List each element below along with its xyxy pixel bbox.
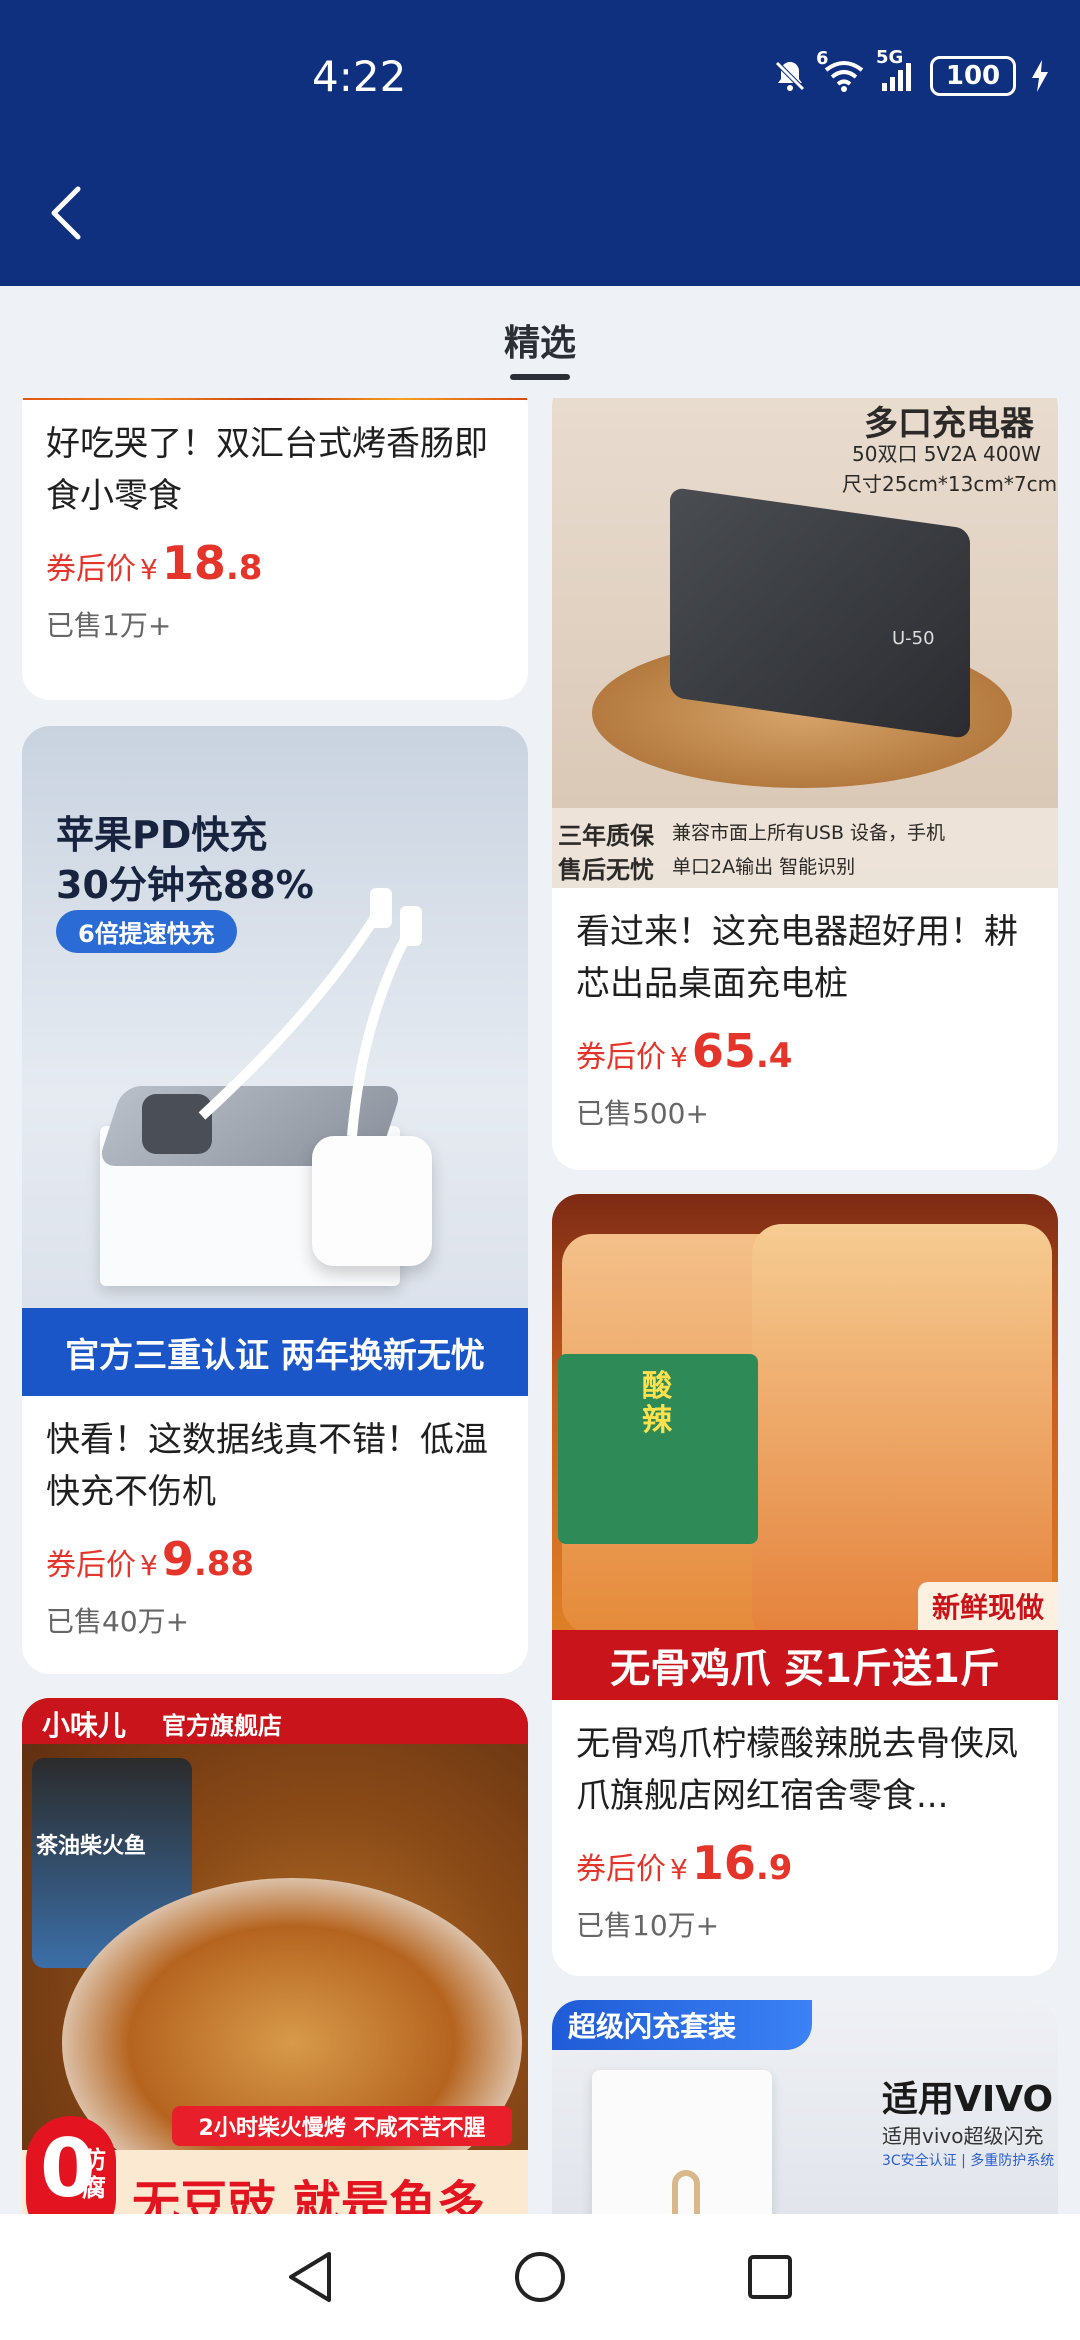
product-card-sausage[interactable]: 好吃哭了！双汇台式烤香肠即食小零食 券后价 ¥ 18 .8 已售1万+ bbox=[22, 398, 528, 700]
triangle-back-icon bbox=[289, 2252, 331, 2302]
jar-right-graphic bbox=[752, 1224, 1052, 1644]
image-footer-banner: 官方三重认证 两年换新无忧 bbox=[22, 1308, 528, 1396]
image-badge-2: 售后无忧 bbox=[558, 856, 654, 884]
jar-label-text: 酸辣 bbox=[642, 1369, 672, 1438]
currency-symbol: ¥ bbox=[140, 1549, 158, 1582]
battery-indicator: 100 bbox=[930, 56, 1016, 96]
nav-back-button[interactable] bbox=[270, 2237, 350, 2317]
product-image: 苹果PD快充 30分钟充88% 6倍提速快充 官方三重认证 两年换新无忧 bbox=[22, 726, 528, 1396]
product-title: 快看！这数据线真不错！低温快充不伤机 bbox=[46, 1420, 488, 1512]
image-slogan: 无豆豉 就是鱼多 bbox=[132, 2176, 485, 2214]
network-label: 5G bbox=[876, 47, 904, 68]
price-decimal: .8 bbox=[225, 548, 263, 588]
image-footer-banner: 无骨鸡爪 买1斤送1斤 bbox=[552, 1630, 1058, 1700]
price-decimal: .9 bbox=[755, 1848, 793, 1888]
product-image: 超级闪充套装 适用VIVO 适用vivo超级闪充 3C安全认证 | 多重防护系统 bbox=[552, 2000, 1058, 2214]
image-note-1: 兼容市面上所有USB 设备，手机 bbox=[672, 822, 946, 844]
cable-graphic bbox=[672, 2170, 700, 2214]
price-integer: 65 bbox=[691, 1024, 756, 1078]
status-time: 4:22 bbox=[312, 52, 407, 101]
system-nav-bar bbox=[0, 2214, 1080, 2340]
product-title: 无骨鸡爪柠檬酸辣脱去骨侠凤爪旗舰店网红宿舍零食... bbox=[576, 1724, 1018, 1816]
tab-bar: 精选 bbox=[0, 286, 1080, 398]
product-image: 酸辣 新鲜现做 无骨鸡爪 买1斤送1斤 bbox=[552, 1194, 1058, 1700]
currency-symbol: ¥ bbox=[140, 553, 158, 586]
image-badge-1: 三年质保 bbox=[558, 822, 654, 850]
square-recents-icon bbox=[748, 2255, 792, 2299]
back-button[interactable] bbox=[36, 178, 96, 248]
price-label: 券后价 bbox=[576, 1852, 666, 1887]
image-sub: 适用vivo超级闪充 bbox=[882, 2124, 1044, 2148]
jar-label: 茶油柴火鱼 bbox=[36, 1834, 147, 1859]
currency-symbol: ¥ bbox=[670, 1041, 688, 1074]
sold-count: 已售40万+ bbox=[46, 1605, 190, 1638]
price-integer: 18 bbox=[161, 536, 226, 590]
product-title: 看过来！这充电器超好用！耕芯出品桌面充电桩 bbox=[576, 912, 1018, 1004]
image-badge: 新鲜现做 bbox=[917, 1582, 1058, 1630]
image-tag: 超级闪充套装 bbox=[552, 2000, 812, 2050]
status-icons: 6 5G 100 bbox=[772, 47, 1050, 96]
product-card-cable[interactable]: 苹果PD快充 30分钟充88% 6倍提速快充 官方三重认证 两年换新无忧 快看！… bbox=[22, 726, 528, 1674]
sold-count: 已售500+ bbox=[576, 1097, 709, 1130]
wifi-icon: 6 bbox=[816, 48, 866, 94]
product-card-fish[interactable]: 小味儿 官方旗舰店 茶油柴火鱼 2小时柴火慢烤 不咸不苦不腥 0 防腐 无豆豉 … bbox=[22, 1698, 528, 2214]
sold-count: 已售10万+ bbox=[576, 1909, 720, 1942]
image-banner: 2小时柴火慢烤 不咸不苦不腥 bbox=[172, 2106, 512, 2146]
product-card-vivo-charger[interactable]: 超级闪充套装 适用VIVO 适用vivo超级闪充 3C安全认证 | 多重防护系统 bbox=[552, 2000, 1058, 2214]
price-integer: 9 bbox=[161, 1532, 194, 1586]
product-image: 多口充电器 50双口 5V2A 400W 尺寸25cm*13cm*7cm U-5… bbox=[552, 398, 1058, 888]
header-bar: 4:22 6 5G 100 bbox=[0, 0, 1080, 286]
store-name: 官方旗舰店 bbox=[162, 1712, 282, 1740]
circle-home-icon bbox=[515, 2252, 565, 2302]
nav-recents-button[interactable] bbox=[730, 2237, 810, 2317]
image-spec-2: 尺寸25cm*13cm*7cm bbox=[842, 472, 1058, 496]
product-image: 小味儿 官方旗舰店 茶油柴火鱼 2小时柴火慢烤 不咸不苦不腥 0 防腐 无豆豉 … bbox=[22, 1698, 528, 2214]
product-image bbox=[22, 398, 528, 400]
price-row: 券后价 ¥ 18 .8 bbox=[46, 536, 504, 590]
adapter-graphic bbox=[312, 1136, 432, 1266]
mute-icon bbox=[772, 58, 808, 94]
image-note-2: 单口2A输出 智能识别 bbox=[672, 856, 856, 878]
cable-graphic bbox=[198, 888, 422, 1137]
charger-model: U-50 bbox=[892, 628, 935, 649]
product-card-chicken-feet[interactable]: 酸辣 新鲜现做 无骨鸡爪 买1斤送1斤 无骨鸡爪柠檬酸辣脱去骨侠凤爪旗舰店网红宿… bbox=[552, 1194, 1058, 1976]
brand-name: 小味儿 bbox=[42, 1709, 127, 1742]
signal-icon: 5G bbox=[876, 47, 916, 93]
price-label: 券后价 bbox=[46, 1548, 136, 1583]
tab-indicator bbox=[510, 374, 570, 380]
product-feed[interactable]: 好吃哭了！双汇台式烤香肠即食小零食 券后价 ¥ 18 .8 已售1万+ 苹果PD… bbox=[0, 398, 1080, 2214]
price-decimal: .88 bbox=[193, 1544, 255, 1584]
image-spec-1: 50双口 5V2A 400W bbox=[852, 442, 1041, 466]
chevron-left-icon bbox=[51, 186, 81, 240]
tab-featured[interactable]: 精选 bbox=[0, 314, 1080, 366]
image-headline: 适用VIVO bbox=[882, 2079, 1054, 2120]
price-label: 券后价 bbox=[46, 552, 136, 587]
sold-count: 已售1万+ bbox=[46, 609, 172, 642]
product-title: 好吃哭了！双汇台式烤香肠即食小零食 bbox=[46, 424, 488, 516]
currency-symbol: ¥ bbox=[670, 1853, 688, 1886]
price-row: 券后价 ¥ 9 .88 bbox=[46, 1532, 504, 1586]
image-note: 3C安全认证 | 多重防护系统 bbox=[882, 2153, 1055, 2169]
price-label: 券后价 bbox=[576, 1040, 666, 1075]
wifi-badge: 6 bbox=[816, 48, 829, 69]
charging-icon bbox=[1030, 58, 1050, 94]
image-headline: 苹果PD快充 bbox=[56, 813, 268, 857]
price-decimal: .4 bbox=[755, 1036, 793, 1076]
charger-graphic bbox=[670, 486, 970, 740]
zero-sub: 防腐 bbox=[82, 2146, 106, 2202]
product-card-charger[interactable]: 多口充电器 50双口 5V2A 400W 尺寸25cm*13cm*7cm U-5… bbox=[552, 398, 1058, 1170]
price-integer: 16 bbox=[691, 1836, 756, 1890]
nav-home-button[interactable] bbox=[500, 2237, 580, 2317]
price-row: 券后价 ¥ 65 .4 bbox=[576, 1024, 1034, 1078]
price-row: 券后价 ¥ 16 .9 bbox=[576, 1836, 1034, 1890]
